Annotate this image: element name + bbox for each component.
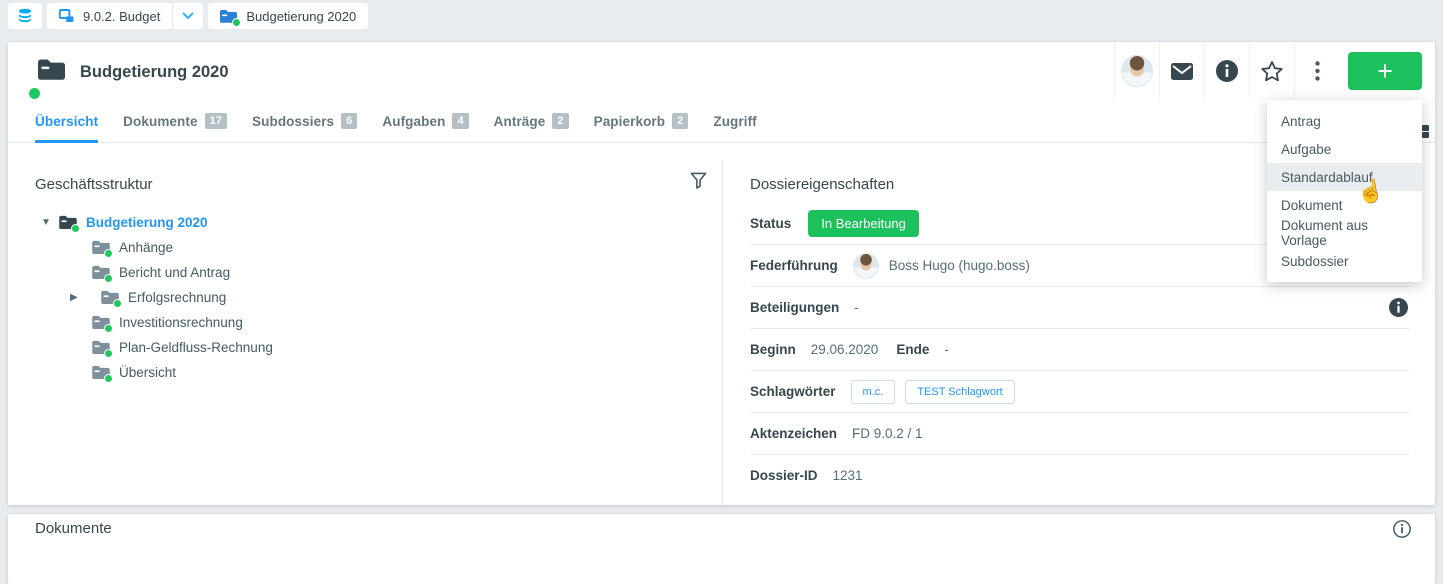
properties-panel-title: Dossiereigenschaften bbox=[750, 176, 894, 193]
business-structure-tree: ▼ Budgetierung 2020 Anhänge bbox=[35, 210, 695, 385]
tab-dropdown-toggle[interactable] bbox=[173, 3, 203, 29]
plus-icon: + bbox=[1377, 58, 1393, 85]
tab-aufgaben[interactable]: Aufgaben4 bbox=[382, 100, 468, 142]
tree-item[interactable]: Anhänge bbox=[35, 235, 695, 260]
count-badge: 4 bbox=[452, 113, 468, 129]
header-actions bbox=[1114, 42, 1339, 100]
property-row-beteiligungen: Beteiligungen - bbox=[750, 287, 1410, 329]
dossier-tabs: Übersicht Dokumente17 Subdossiers6 Aufga… bbox=[8, 100, 1435, 143]
info-button[interactable] bbox=[1204, 42, 1249, 100]
folder-icon bbox=[59, 215, 77, 230]
mail-icon bbox=[1171, 63, 1193, 80]
tree-item-label: Erfolgsrechnung bbox=[128, 290, 226, 305]
tree-item-label: Investitionsrechnung bbox=[119, 315, 243, 330]
start-date: 29.06.2020 bbox=[811, 342, 879, 357]
star-icon bbox=[1260, 60, 1284, 83]
count-badge: 17 bbox=[205, 113, 227, 129]
keyword-chip[interactable]: TEST Schlagwort bbox=[905, 380, 1014, 404]
kebab-menu-icon bbox=[1315, 61, 1320, 81]
tree-item-label: Übersicht bbox=[119, 365, 176, 380]
property-row-aktenzeichen: Aktenzeichen FD 9.0.2 / 1 bbox=[750, 413, 1410, 455]
tree-item[interactable]: Übersicht bbox=[35, 360, 695, 385]
responsible-name[interactable]: Boss Hugo (hugo.boss) bbox=[889, 258, 1030, 273]
info-icon bbox=[1216, 60, 1238, 82]
position-structure-icon bbox=[59, 9, 75, 23]
keyword-chip[interactable]: m.c. bbox=[851, 380, 896, 404]
tree-panel-title: Geschäftsstruktur bbox=[35, 176, 153, 193]
page-title: Budgetierung 2020 bbox=[80, 63, 229, 82]
documents-info-button[interactable] bbox=[1393, 520, 1411, 538]
mail-button[interactable] bbox=[1159, 42, 1204, 100]
info-icon bbox=[1393, 520, 1411, 538]
tab-uebersicht[interactable]: Übersicht bbox=[35, 100, 98, 142]
top-tab-bar: 9.0.2. Budget Budgetierung 2020 bbox=[0, 0, 1443, 32]
property-row-beginn: Beginn 29.06.2020 Ende - bbox=[750, 329, 1410, 371]
participations-info-button[interactable] bbox=[1389, 298, 1408, 317]
filter-icon bbox=[690, 172, 707, 189]
menu-item-standardablauf[interactable]: Standardablauf bbox=[1267, 163, 1422, 191]
avatar bbox=[1121, 55, 1153, 87]
property-row-schlagwoerter: Schlagwörter m.c. TEST Schlagwort bbox=[750, 371, 1410, 413]
database-icon bbox=[16, 7, 34, 25]
documents-section-title: Dokumente bbox=[35, 520, 112, 537]
folder-icon bbox=[92, 240, 110, 255]
folder-icon bbox=[101, 290, 119, 305]
count-badge: 2 bbox=[552, 113, 568, 129]
folder-icon bbox=[92, 365, 110, 380]
tab-antraege[interactable]: Anträge2 bbox=[494, 100, 569, 142]
menu-item-subdossier[interactable]: Subdossier bbox=[1267, 247, 1422, 275]
chevron-down-icon bbox=[182, 12, 194, 20]
open-tab-dossier[interactable]: Budgetierung 2020 bbox=[208, 3, 368, 29]
tree-item-label: Anhänge bbox=[119, 240, 173, 255]
filter-button[interactable] bbox=[690, 172, 707, 189]
end-date: - bbox=[944, 342, 949, 357]
count-badge: 2 bbox=[672, 113, 688, 129]
open-tab-position[interactable]: 9.0.2. Budget bbox=[47, 3, 203, 29]
current-user-avatar[interactable] bbox=[1114, 42, 1159, 100]
favorite-button[interactable] bbox=[1249, 42, 1294, 100]
more-actions-button[interactable] bbox=[1294, 42, 1339, 100]
tree-item[interactable]: Plan-Geldfluss-Rechnung bbox=[35, 335, 695, 360]
tab-papierkorb[interactable]: Papierkorb2 bbox=[594, 100, 689, 142]
tree-item[interactable]: Investitionsrechnung bbox=[35, 310, 695, 335]
tab-dokumente[interactable]: Dokumente17 bbox=[123, 100, 227, 142]
add-button[interactable]: + bbox=[1348, 52, 1422, 90]
hand-cursor-icon: ☝ bbox=[1355, 177, 1386, 207]
folder-icon bbox=[92, 265, 110, 280]
tree-item-label: Budgetierung 2020 bbox=[86, 215, 208, 230]
tab-zugriff[interactable]: Zugriff bbox=[713, 100, 756, 142]
dossier-folder-icon bbox=[220, 9, 238, 24]
dossier-card: Budgetierung 2020 bbox=[8, 42, 1435, 505]
tree-item-label: Plan-Geldfluss-Rechnung bbox=[119, 340, 273, 355]
folder-icon bbox=[70, 290, 88, 305]
folder-icon bbox=[92, 340, 110, 355]
count-badge: 6 bbox=[341, 113, 357, 129]
dossier-id: 1231 bbox=[833, 468, 863, 483]
tab-dossier-label: Budgetierung 2020 bbox=[246, 9, 356, 24]
panel-divider bbox=[722, 160, 723, 505]
tab-subdossiers[interactable]: Subdossiers6 bbox=[252, 100, 357, 142]
menu-item-dokument[interactable]: Dokument bbox=[1267, 191, 1422, 219]
tree-item-root[interactable]: ▼ Budgetierung 2020 bbox=[35, 210, 695, 235]
clipped-toolbar-icon bbox=[1422, 125, 1429, 139]
caret-down-icon[interactable]: ▼ bbox=[41, 217, 59, 228]
reference-number: FD 9.0.2 / 1 bbox=[852, 426, 923, 441]
repository-home-button[interactable] bbox=[8, 3, 42, 29]
menu-item-aufgabe[interactable]: Aufgabe bbox=[1267, 135, 1422, 163]
status-badge: In Bearbeitung bbox=[808, 210, 919, 237]
tree-item[interactable]: Bericht und Antrag bbox=[35, 260, 695, 285]
tab-position-label: 9.0.2. Budget bbox=[83, 9, 160, 24]
menu-item-dokument-aus-vorlage[interactable]: Dokument aus Vorlage bbox=[1267, 219, 1422, 247]
application-window: 9.0.2. Budget Budgetierung 2020 bbox=[0, 0, 1443, 532]
property-row-dossier-id: Dossier-ID 1231 bbox=[750, 455, 1410, 496]
folder-icon bbox=[92, 315, 110, 330]
info-icon bbox=[1389, 298, 1408, 317]
responsible-avatar bbox=[853, 253, 879, 279]
tree-item-label: Bericht und Antrag bbox=[119, 265, 230, 280]
documents-card: Dokumente bbox=[8, 514, 1435, 584]
tree-item-expandable[interactable]: ▶ Erfolgsrechnung bbox=[35, 285, 695, 310]
menu-item-antrag[interactable]: Antrag bbox=[1267, 107, 1422, 135]
add-context-menu: Antrag Aufgabe Standardablauf Dokument D… bbox=[1267, 100, 1422, 282]
